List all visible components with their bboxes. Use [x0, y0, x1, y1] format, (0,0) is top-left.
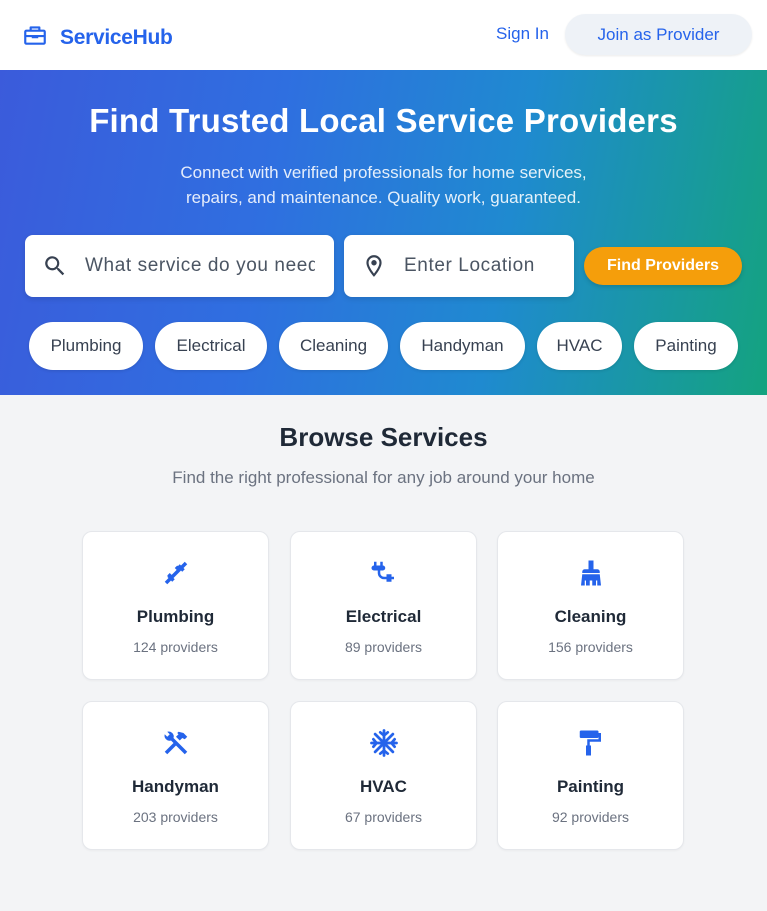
- location-search-box: [344, 235, 574, 297]
- broom-icon: [498, 558, 683, 588]
- category-card-electrical[interactable]: Electrical 89 providers: [290, 531, 477, 680]
- category-name: Plumbing: [136, 607, 215, 626]
- hero-subtitle: Connect with verified professionals for …: [0, 160, 767, 210]
- brand-name: ServiceHub: [60, 25, 173, 49]
- category-card-plumbing[interactable]: Plumbing 124 providers: [82, 531, 269, 680]
- category-name: Painting: [556, 777, 625, 796]
- browse-services-subtitle: Find the right professional for any job …: [172, 468, 595, 487]
- chip-plumbing[interactable]: Plumbing: [29, 322, 143, 370]
- category-name: Electrical: [345, 607, 422, 626]
- category-count: 203 providers: [133, 809, 218, 825]
- category-count: 156 providers: [548, 639, 633, 655]
- chip-electrical[interactable]: Electrical: [155, 322, 267, 370]
- location-input[interactable]: [404, 255, 564, 277]
- category-count: 92 providers: [551, 809, 630, 825]
- paint-roller-icon: [498, 728, 683, 758]
- toolbox-icon: [22, 22, 48, 53]
- map-marker-icon: [344, 253, 404, 279]
- chip-painting[interactable]: Painting: [634, 322, 738, 370]
- pipe-wrench-icon: [83, 558, 268, 588]
- hero-subtitle-line-1: Connect with verified professionals for …: [180, 163, 587, 182]
- service-search-input[interactable]: [85, 255, 315, 277]
- chip-cleaning[interactable]: Cleaning: [279, 322, 388, 370]
- category-count: 124 providers: [133, 639, 218, 655]
- category-card-cleaning[interactable]: Cleaning 156 providers: [497, 531, 684, 680]
- sign-in-link[interactable]: Sign In: [496, 24, 549, 44]
- hero-section: Find Trusted Local Service Providers Con…: [0, 70, 767, 395]
- hammer-wrench-icon: [83, 728, 268, 758]
- brand-logo[interactable]: ServiceHub: [22, 22, 173, 53]
- chip-handyman[interactable]: Handyman: [400, 322, 525, 370]
- chip-hvac[interactable]: HVAC: [537, 322, 622, 370]
- category-count: 67 providers: [344, 809, 423, 825]
- power-plug-icon: [291, 558, 476, 588]
- category-card-handyman[interactable]: Handyman 203 providers: [82, 701, 269, 850]
- category-count: 89 providers: [344, 639, 423, 655]
- hero-subtitle-line-2: repairs, and maintenance. Quality work, …: [185, 188, 581, 207]
- category-name: Cleaning: [554, 607, 627, 626]
- service-search-box: [25, 235, 334, 297]
- category-name: HVAC: [360, 777, 407, 796]
- join-as-provider-button[interactable]: Join as Provider: [565, 14, 752, 55]
- category-card-hvac[interactable]: HVAC 67 providers: [290, 701, 477, 850]
- hero-title: Find Trusted Local Service Providers: [89, 102, 678, 139]
- find-providers-button[interactable]: Find Providers: [584, 247, 742, 285]
- top-nav: ServiceHub Sign In Join as Provider: [0, 0, 767, 70]
- category-card-painting[interactable]: Painting 92 providers: [497, 701, 684, 850]
- category-name: Handyman: [132, 777, 219, 796]
- browse-services-title: Browse Services: [279, 422, 488, 452]
- search-icon: [25, 253, 85, 279]
- snowflake-icon: [291, 728, 476, 758]
